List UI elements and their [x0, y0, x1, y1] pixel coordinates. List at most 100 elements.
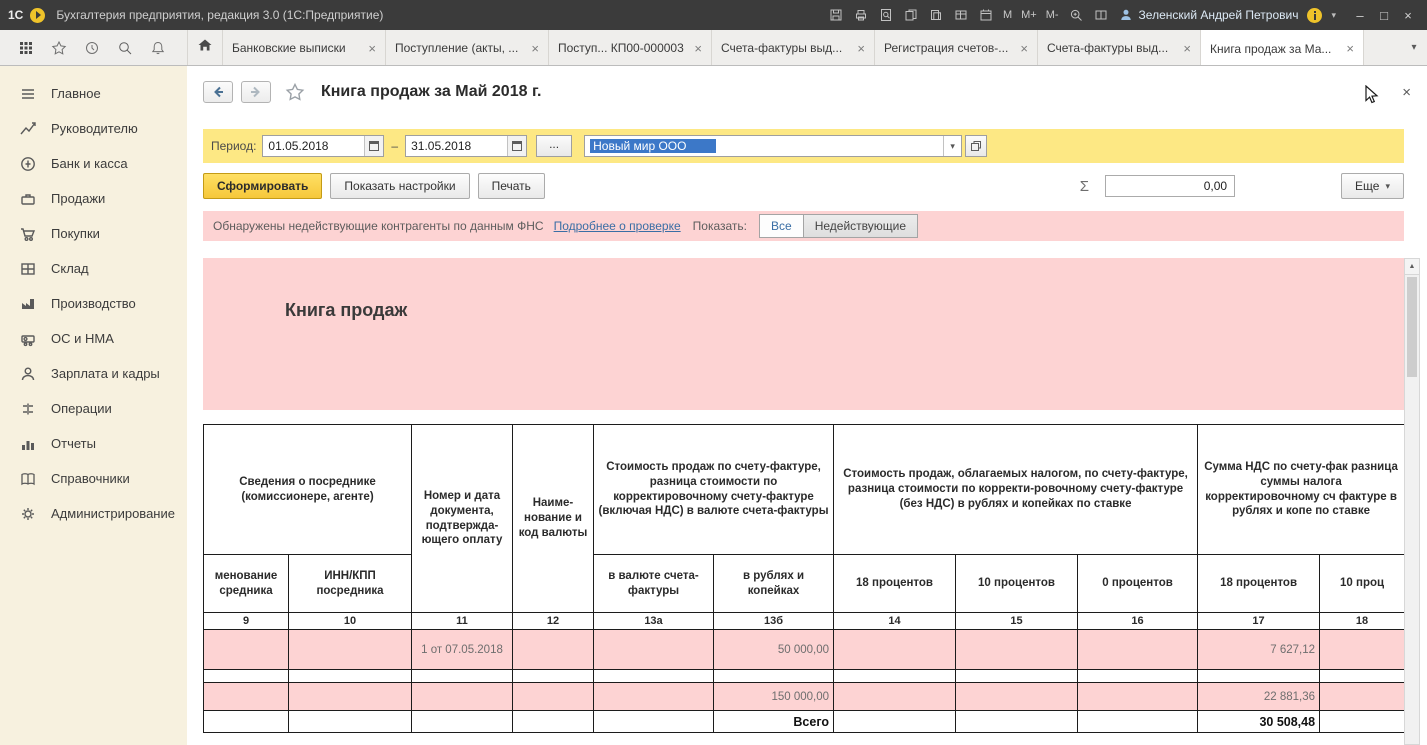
home-button[interactable] — [187, 30, 223, 65]
vertical-scrollbar[interactable]: ▲ — [1404, 258, 1420, 745]
close-icon[interactable]: × — [857, 41, 865, 56]
scrollbar-thumb[interactable] — [1407, 277, 1417, 377]
warning-details-link[interactable]: Подробнее о проверке — [554, 219, 681, 233]
table-cell[interactable] — [593, 682, 714, 711]
close-icon[interactable]: × — [694, 41, 702, 56]
table-cell[interactable] — [512, 669, 594, 683]
filter-all-button[interactable]: Все — [759, 214, 804, 238]
date-from-field[interactable]: 01.05.2018 — [262, 135, 385, 157]
close-window-button[interactable]: × — [1397, 4, 1419, 26]
tab-invoice-registration[interactable]: Регистрация счетов-... × — [875, 30, 1038, 65]
current-user[interactable]: Зеленский Андрей Петрович — [1118, 7, 1298, 23]
memory-m-button[interactable]: M — [1003, 9, 1012, 21]
table-cell[interactable] — [1077, 682, 1199, 711]
table-cell[interactable]: 7 627,12 — [1197, 629, 1321, 670]
table-cell[interactable] — [955, 629, 1079, 670]
back-button[interactable] — [203, 81, 233, 103]
table-cell[interactable] — [512, 710, 594, 733]
history-icon[interactable] — [84, 40, 100, 56]
close-page-button[interactable]: × — [1402, 84, 1411, 101]
organization-open-button[interactable] — [965, 135, 988, 157]
more-button[interactable]: Еще ▾ — [1341, 173, 1404, 199]
table-cell[interactable] — [593, 669, 714, 683]
sidebar-item-operations[interactable]: Операции — [0, 391, 187, 426]
table-cell[interactable] — [955, 682, 1079, 711]
info-icon[interactable] — [1307, 7, 1323, 23]
sidebar-item-fixed-assets[interactable]: ОС и НМА — [0, 321, 187, 356]
table-icon[interactable] — [953, 7, 969, 23]
minimize-button[interactable]: – — [1349, 4, 1371, 26]
tab-invoices-issued-1[interactable]: Счета-фактуры выд... × — [712, 30, 875, 65]
table-cell[interactable] — [712, 669, 835, 683]
calendar-icon[interactable] — [978, 7, 994, 23]
scroll-up-button[interactable]: ▲ — [1405, 259, 1419, 275]
table-cell[interactable] — [203, 669, 289, 683]
maximize-button[interactable]: □ — [1373, 4, 1395, 26]
table-cell[interactable] — [411, 710, 513, 733]
close-icon[interactable]: × — [368, 41, 376, 56]
total-value-cell[interactable]: 30 508,48 — [1197, 710, 1321, 733]
zoom-icon[interactable] — [1068, 7, 1084, 23]
table-cell[interactable] — [833, 682, 957, 711]
sidebar-item-manager[interactable]: Руководителю — [0, 111, 187, 146]
tab-invoices-issued-2[interactable]: Счета-фактуры выд... × — [1038, 30, 1201, 65]
table-cell[interactable]: 1 от 07.05.2018 — [411, 629, 513, 670]
table-cell[interactable] — [833, 629, 957, 670]
tab-receipt-acts[interactable]: Поступление (акты, ... × — [386, 30, 549, 65]
table-cell[interactable] — [1319, 710, 1404, 733]
date-to-field[interactable]: 31.05.2018 — [405, 135, 528, 157]
close-icon[interactable]: × — [531, 41, 539, 56]
chevron-down-icon[interactable]: ▾ — [1331, 10, 1336, 21]
memory-mminus-button[interactable]: M- — [1046, 9, 1059, 21]
table-cell[interactable] — [1077, 629, 1199, 670]
table-cell[interactable] — [1197, 669, 1321, 683]
table-cell[interactable] — [1319, 682, 1404, 711]
save-icon[interactable] — [828, 7, 844, 23]
favorite-star-icon[interactable] — [285, 82, 305, 102]
forward-button[interactable] — [241, 81, 271, 103]
table-cell[interactable] — [593, 710, 714, 733]
sidebar-item-bank-cash[interactable]: Банк и касса — [0, 146, 187, 181]
table-cell[interactable] — [1319, 629, 1404, 670]
sidebar-item-production[interactable]: Производство — [0, 286, 187, 321]
table-cell[interactable] — [512, 682, 594, 711]
sidebar-item-sales[interactable]: Продажи — [0, 181, 187, 216]
show-settings-button[interactable]: Показать настройки — [330, 173, 470, 199]
close-icon[interactable]: × — [1020, 41, 1028, 56]
table-cell[interactable] — [288, 669, 412, 683]
period-options-button[interactable]: ... — [536, 135, 573, 157]
total-label-cell[interactable]: Всего — [712, 710, 835, 733]
table-cell[interactable] — [1077, 669, 1199, 683]
sidebar-item-salary-hr[interactable]: Зарплата и кадры — [0, 356, 187, 391]
table-cell[interactable] — [833, 669, 957, 683]
close-icon[interactable]: × — [1346, 41, 1354, 56]
favorites-star-icon[interactable] — [51, 40, 67, 56]
sidebar-item-administration[interactable]: Администрирование — [0, 496, 187, 531]
panels-icon[interactable] — [1093, 7, 1109, 23]
memory-mplus-button[interactable]: M+ — [1021, 9, 1037, 21]
table-cell[interactable] — [288, 629, 412, 670]
sidebar-item-warehouse[interactable]: Склад — [0, 251, 187, 286]
table-cell[interactable] — [288, 682, 412, 711]
tab-sales-book[interactable]: Книга продаж за Ма... × — [1201, 30, 1364, 65]
print-button[interactable]: Печать — [477, 173, 545, 199]
table-cell[interactable] — [512, 629, 594, 670]
calendar-icon[interactable] — [507, 136, 527, 156]
search-icon[interactable] — [117, 40, 133, 56]
tab-bank-statements[interactable]: Банковские выписки × — [223, 30, 386, 65]
table-cell[interactable] — [411, 682, 513, 711]
table-cell[interactable]: 22 881,36 — [1197, 682, 1321, 711]
sidebar-item-main[interactable]: Главное — [0, 76, 187, 111]
generate-button[interactable]: Сформировать — [203, 173, 323, 199]
sum-field[interactable]: 0,00 — [1105, 175, 1236, 197]
table-cell[interactable] — [955, 710, 1079, 733]
table-cell[interactable] — [593, 629, 714, 670]
calendar-icon[interactable] — [364, 136, 384, 156]
print-preview-icon[interactable] — [878, 7, 894, 23]
close-icon[interactable]: × — [1183, 41, 1191, 56]
tabs-overflow-button[interactable]: ▾ — [1401, 30, 1427, 65]
notifications-bell-icon[interactable] — [150, 40, 166, 56]
copy-icon[interactable] — [928, 7, 944, 23]
organization-dropdown-button[interactable]: ▾ — [943, 136, 961, 156]
table-cell[interactable] — [203, 710, 289, 733]
